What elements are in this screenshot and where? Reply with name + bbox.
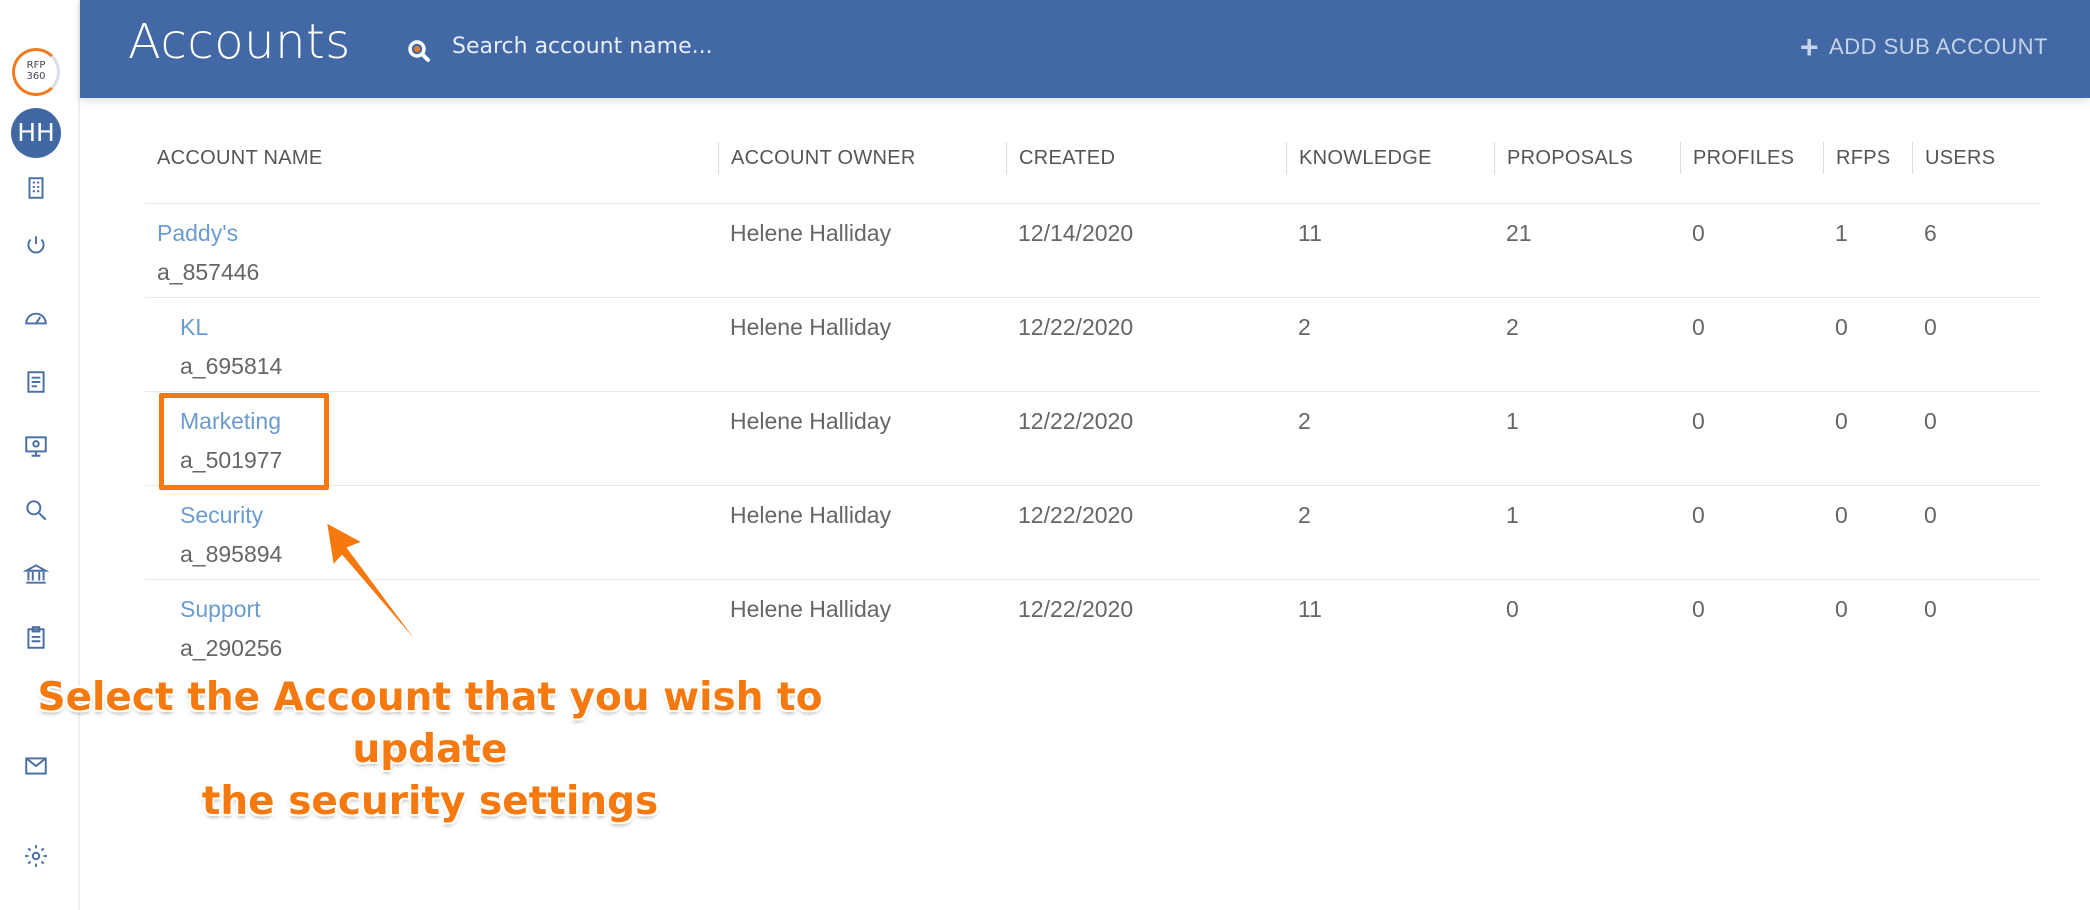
account-owner: Helene Halliday bbox=[730, 502, 892, 528]
avatar[interactable]: HH bbox=[11, 108, 61, 158]
users-count: 0 bbox=[1924, 596, 1937, 622]
proposals-count: 2 bbox=[1506, 314, 1519, 340]
bank-icon[interactable] bbox=[20, 558, 52, 590]
proposals-count: 0 bbox=[1506, 596, 1519, 622]
profiles-count: 0 bbox=[1692, 408, 1705, 434]
instruction-callout: Select the Account that you wish to upda… bbox=[10, 672, 850, 828]
created-date: 12/14/2020 bbox=[1018, 220, 1134, 246]
account-name-cell: Security a_895894 bbox=[180, 502, 282, 568]
column-header-account-owner[interactable]: ACCOUNT OWNER bbox=[718, 142, 916, 174]
column-header-created[interactable]: CREATED bbox=[1006, 142, 1115, 174]
document-icon[interactable] bbox=[20, 366, 52, 398]
account-owner: Helene Halliday bbox=[730, 314, 892, 340]
logo-text: RFP 360 bbox=[26, 60, 46, 82]
table-header: ACCOUNT NAME ACCOUNT OWNER CREATED KNOWL… bbox=[145, 130, 2040, 204]
knowledge-count: 2 bbox=[1298, 408, 1311, 434]
rfps-count: 0 bbox=[1835, 314, 1848, 340]
account-name-link[interactable]: Security bbox=[180, 502, 263, 528]
account-id: a_895894 bbox=[180, 541, 283, 567]
instruction-line-1: Select the Account that you wish to upda… bbox=[37, 675, 823, 772]
clipboard-icon[interactable] bbox=[20, 622, 52, 654]
add-sub-account-label: ADD SUB ACCOUNT bbox=[1829, 34, 2048, 59]
account-id: a_695814 bbox=[180, 353, 283, 379]
table-row[interactable]: Marketing a_501977 Helene Halliday 12/22… bbox=[145, 392, 2040, 486]
gear-icon[interactable] bbox=[20, 840, 52, 872]
table-row[interactable]: KL a_695814 Helene Halliday 12/22/2020 2… bbox=[145, 298, 2040, 392]
table-row[interactable]: Security a_895894 Helene Halliday 12/22/… bbox=[145, 486, 2040, 580]
account-owner: Helene Halliday bbox=[730, 220, 892, 246]
knowledge-count: 11 bbox=[1298, 220, 1322, 246]
knowledge-count: 11 bbox=[1298, 596, 1322, 622]
profiles-count: 0 bbox=[1692, 596, 1705, 622]
instruction-line-2: the security settings bbox=[201, 779, 659, 824]
search-input[interactable] bbox=[452, 28, 952, 64]
account-name-cell: Support a_290256 bbox=[180, 596, 282, 662]
monitor-icon[interactable] bbox=[20, 430, 52, 462]
page-title: Accounts bbox=[128, 14, 351, 70]
account-id: a_857446 bbox=[157, 259, 260, 285]
marketing-highlight-box bbox=[159, 393, 329, 490]
account-owner: Helene Halliday bbox=[730, 596, 892, 622]
created-date: 12/22/2020 bbox=[1018, 596, 1134, 622]
rfps-count: 0 bbox=[1835, 596, 1848, 622]
account-name-link[interactable]: Paddy's bbox=[157, 220, 238, 246]
building-icon[interactable] bbox=[20, 172, 52, 204]
account-id: a_290256 bbox=[180, 635, 283, 661]
dashboard-icon[interactable] bbox=[20, 302, 52, 334]
column-header-knowledge[interactable]: KNOWLEDGE bbox=[1286, 142, 1432, 174]
account-name-link[interactable]: KL bbox=[180, 314, 208, 340]
knowledge-count: 2 bbox=[1298, 502, 1311, 528]
column-header-account-name[interactable]: ACCOUNT NAME bbox=[145, 142, 322, 174]
rfp360-logo[interactable]: RFP 360 bbox=[12, 48, 60, 96]
rfps-count: 0 bbox=[1835, 502, 1848, 528]
proposals-count: 21 bbox=[1506, 220, 1532, 246]
knowledge-count: 2 bbox=[1298, 314, 1311, 340]
proposals-count: 1 bbox=[1506, 502, 1519, 528]
users-count: 0 bbox=[1924, 314, 1937, 340]
created-date: 12/22/2020 bbox=[1018, 314, 1134, 340]
table-row[interactable]: Support a_290256 Helene Halliday 12/22/2… bbox=[145, 580, 2040, 674]
rfps-count: 1 bbox=[1835, 220, 1848, 246]
proposals-count: 1 bbox=[1506, 408, 1519, 434]
profiles-count: 0 bbox=[1692, 314, 1705, 340]
header-bar: Accounts + ADD SUB ACCOUNT bbox=[80, 0, 2090, 98]
table-row[interactable]: Paddy's a_857446 Helene Halliday 12/14/2… bbox=[145, 204, 2040, 298]
account-name-link[interactable]: Support bbox=[180, 596, 261, 622]
account-name-cell: KL a_695814 bbox=[180, 314, 282, 380]
plus-icon: + bbox=[1799, 29, 1820, 65]
search-nav-icon[interactable] bbox=[20, 494, 52, 526]
accounts-table: ACCOUNT NAME ACCOUNT OWNER CREATED KNOWL… bbox=[145, 130, 2040, 674]
column-header-rfps[interactable]: RFPS bbox=[1823, 142, 1891, 174]
profiles-count: 0 bbox=[1692, 220, 1705, 246]
search-icon[interactable] bbox=[406, 38, 434, 66]
account-owner: Helene Halliday bbox=[730, 408, 892, 434]
users-count: 0 bbox=[1924, 502, 1937, 528]
created-date: 12/22/2020 bbox=[1018, 502, 1134, 528]
rfps-count: 0 bbox=[1835, 408, 1848, 434]
users-count: 0 bbox=[1924, 408, 1937, 434]
profiles-count: 0 bbox=[1692, 502, 1705, 528]
users-count: 6 bbox=[1924, 220, 1937, 246]
add-sub-account-button[interactable]: + ADD SUB ACCOUNT bbox=[1799, 29, 2048, 65]
column-header-users[interactable]: USERS bbox=[1912, 142, 1995, 174]
created-date: 12/22/2020 bbox=[1018, 408, 1134, 434]
power-icon[interactable] bbox=[20, 229, 52, 261]
account-name-cell: Paddy's a_857446 bbox=[157, 220, 259, 286]
column-header-proposals[interactable]: PROPOSALS bbox=[1494, 142, 1633, 174]
column-header-profiles[interactable]: PROFILES bbox=[1680, 142, 1794, 174]
